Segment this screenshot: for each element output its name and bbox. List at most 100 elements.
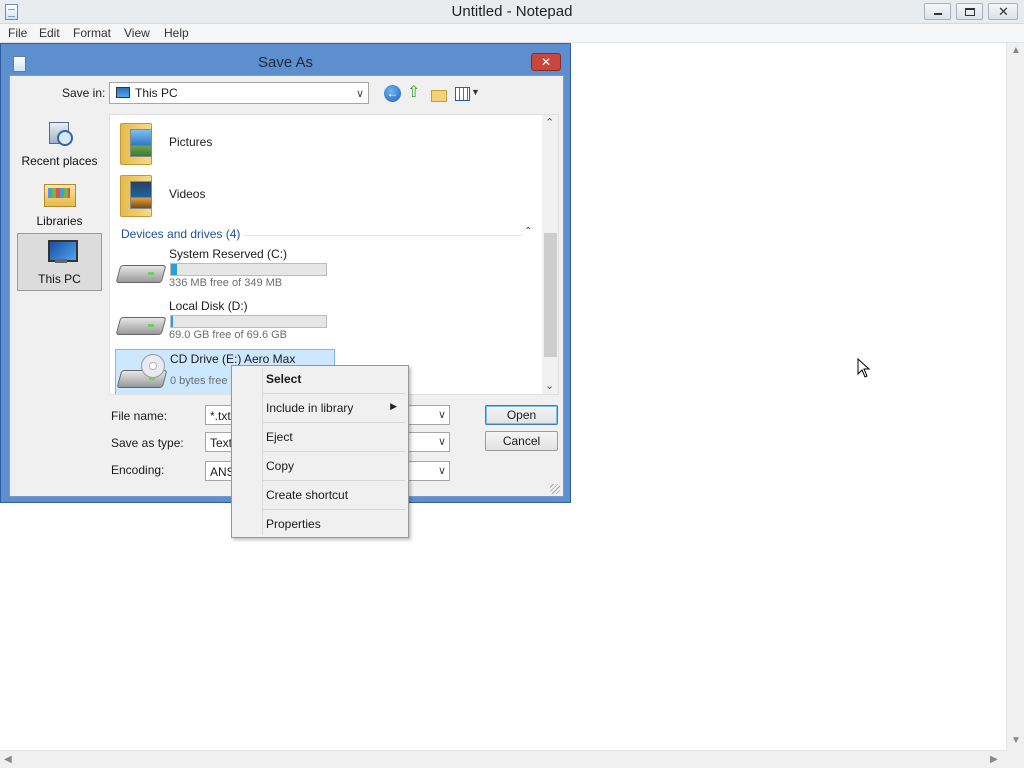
horizontal-scrollbar[interactable]: ◀ ▶ <box>0 750 1006 768</box>
group-divider <box>243 235 523 236</box>
this-pc-icon <box>46 240 78 266</box>
close-icon: ✕ <box>998 4 1009 19</box>
up-folder-icon[interactable]: ⇧ <box>407 85 424 102</box>
drive-usage-fill <box>171 316 173 327</box>
file-name-value: *.txt <box>210 409 231 423</box>
menu-item-label: Properties <box>266 517 321 531</box>
cancel-button[interactable]: Cancel <box>485 431 558 451</box>
menu-separator <box>263 509 405 510</box>
save-in-dropdown[interactable]: This PC ∨ <box>109 82 369 104</box>
drive-name: Local Disk (D:) <box>169 299 248 313</box>
scrollbar-corner <box>1006 750 1024 768</box>
menu-item-label: Copy <box>266 459 295 473</box>
mouse-cursor-icon <box>857 358 871 378</box>
folder-name: Pictures <box>169 135 213 149</box>
menu-separator <box>263 451 405 452</box>
dialog-title: Save As <box>257 54 314 71</box>
chevron-down-icon: ∨ <box>355 88 364 100</box>
submenu-arrow-icon: ▶ <box>390 401 397 411</box>
scrollbar-thumb[interactable] <box>544 233 557 357</box>
chevron-down-icon: ∨ <box>437 465 446 477</box>
context-menu: Select Include in library ▶ Eject Copy C… <box>231 365 409 538</box>
place-libraries[interactable]: Libraries <box>17 174 102 232</box>
place-label: This PC <box>38 272 81 286</box>
collapse-chevron-icon[interactable]: ⌃ <box>524 226 532 237</box>
drive-free-space: 336 MB free of 349 MB <box>169 277 283 289</box>
save-in-value: This PC <box>135 86 178 100</box>
file-list-scrollbar[interactable]: ⌃ ⌄ <box>542 115 558 394</box>
place-this-pc[interactable]: This PC <box>17 233 102 291</box>
drive-system-reserved[interactable]: System Reserved (C:) 336 MB free of 349 … <box>115 245 335 295</box>
restore-icon <box>965 8 975 16</box>
save-as-type-label: Save as type: <box>111 436 184 450</box>
save-as-type-value: Text <box>210 436 233 450</box>
place-label: Libraries <box>36 214 83 228</box>
resize-grip[interactable] <box>550 484 560 494</box>
cd-drive-icon <box>119 354 165 394</box>
videos-folder-icon <box>120 171 156 217</box>
vertical-scrollbar[interactable]: ▲ ▼ <box>1006 43 1024 750</box>
encoding-label: Encoding: <box>111 463 165 477</box>
hard-drive-icon <box>118 257 164 289</box>
drive-usage-bar <box>170 315 327 328</box>
open-button[interactable]: Open <box>485 405 558 425</box>
menu-view[interactable]: View <box>124 26 150 40</box>
hard-drive-icon <box>118 309 164 341</box>
folder-name: Videos <box>169 187 206 201</box>
place-label: Recent places <box>21 154 98 168</box>
this-pc-small-icon <box>116 87 130 98</box>
chevron-down-icon[interactable]: ⌄ <box>545 379 554 392</box>
drive-name: System Reserved (C:) <box>169 247 288 261</box>
view-menu-icon[interactable]: ▼ <box>454 85 480 102</box>
menu-item-eject[interactable]: Eject <box>235 426 405 448</box>
menu-separator <box>263 480 405 481</box>
restore-button[interactable] <box>956 3 983 20</box>
menu-item-include-in-library[interactable]: Include in library ▶ <box>235 397 405 419</box>
close-button[interactable]: ✕ <box>988 3 1018 20</box>
file-list[interactable]: Pictures Videos Devices and drives (4) ⌃… <box>109 114 559 395</box>
file-name-label: File name: <box>111 409 168 423</box>
menu-item-select[interactable]: Select <box>235 368 405 390</box>
menu-item-label: Select <box>266 372 302 386</box>
menu-item-label: Eject <box>266 430 293 444</box>
minimize-button[interactable] <box>924 3 951 20</box>
scroll-up-icon[interactable]: ▲ <box>1011 45 1021 56</box>
new-folder-icon[interactable] <box>430 85 447 102</box>
drive-free-space: 69.0 GB free of 69.6 GB <box>169 329 288 341</box>
recent-places-icon <box>47 120 73 146</box>
drive-usage-bar <box>170 263 327 276</box>
chevron-down-icon: ∨ <box>437 436 446 448</box>
save-in-label: Save in: <box>62 86 106 100</box>
scroll-down-icon[interactable]: ▼ <box>1011 735 1021 746</box>
pictures-folder-icon <box>120 119 156 165</box>
place-recent-places[interactable]: Recent places <box>17 114 102 172</box>
chevron-up-icon[interactable]: ⌃ <box>545 116 554 129</box>
menu-separator <box>263 393 405 394</box>
menu-item-label: Include in library <box>266 401 354 415</box>
menu-item-properties[interactable]: Properties <box>235 513 405 535</box>
menu-file[interactable]: File <box>8 26 27 40</box>
places-bar: Recent places Libraries This PC <box>15 114 104 364</box>
menu-format[interactable]: Format <box>73 26 111 40</box>
back-arrow-icon[interactable]: ← <box>384 85 401 102</box>
scroll-right-icon[interactable]: ▶ <box>990 754 998 765</box>
scroll-left-icon[interactable]: ◀ <box>4 754 12 765</box>
folder-videos[interactable]: Videos <box>118 169 418 219</box>
chevron-down-icon[interactable]: ∨ <box>438 408 446 421</box>
drive-local-disk[interactable]: Local Disk (D:) 69.0 GB free of 69.6 GB <box>115 297 335 347</box>
menu-item-label: Create shortcut <box>266 488 349 502</box>
drive-name: CD Drive (E:) Aero Max <box>170 352 296 366</box>
minimize-icon <box>934 13 942 15</box>
devices-group-header[interactable]: Devices and drives (4) <box>121 227 240 241</box>
libraries-icon <box>44 180 76 207</box>
folder-pictures[interactable]: Pictures <box>118 117 418 167</box>
dialog-close-button[interactable]: ✕ <box>531 53 561 71</box>
menu-item-copy[interactable]: Copy <box>235 455 405 477</box>
notepad-titlebar: Untitled - Notepad ✕ <box>0 0 1024 24</box>
menu-bar: File Edit Format View Help <box>0 24 1024 43</box>
window-title: Untitled - Notepad <box>451 3 573 20</box>
menu-edit[interactable]: Edit <box>39 26 60 40</box>
menu-item-create-shortcut[interactable]: Create shortcut <box>235 484 405 506</box>
menu-help[interactable]: Help <box>164 26 189 40</box>
drive-usage-fill <box>171 264 177 275</box>
